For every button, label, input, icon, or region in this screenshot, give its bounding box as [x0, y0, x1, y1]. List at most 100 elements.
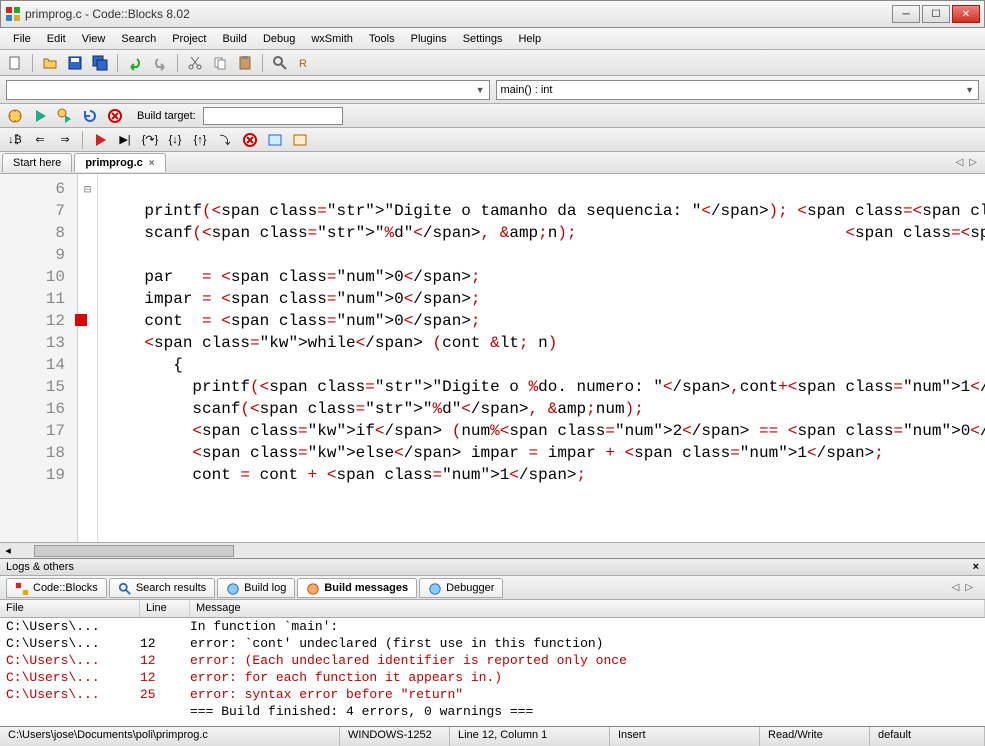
- log-columns: File Line Message: [0, 600, 985, 618]
- menu-build[interactable]: Build: [215, 31, 253, 47]
- find-icon[interactable]: [269, 52, 291, 74]
- code-area[interactable]: printf(<span class="str">"Digite o taman…: [98, 174, 985, 542]
- run-icon[interactable]: [29, 105, 51, 127]
- menu-plugins[interactable]: Plugins: [404, 31, 454, 47]
- menu-settings[interactable]: Settings: [456, 31, 510, 47]
- tab-icon: [428, 581, 442, 595]
- status-path: C:\Users\jose\Documents\poli\primprog.c: [0, 727, 340, 746]
- save-icon[interactable]: [64, 52, 86, 74]
- status-profile: default: [870, 727, 985, 746]
- close-logs-icon[interactable]: ×: [973, 561, 979, 573]
- col-message[interactable]: Message: [190, 600, 985, 617]
- tab-icon: [226, 581, 240, 595]
- new-file-icon[interactable]: [4, 52, 26, 74]
- menu-debug[interactable]: Debug: [256, 31, 302, 47]
- menu-tools[interactable]: Tools: [362, 31, 402, 47]
- menu-search[interactable]: Search: [114, 31, 163, 47]
- log-row[interactable]: === Build finished: 4 errors, 0 warnings…: [0, 703, 985, 720]
- tab-close-icon[interactable]: ×: [149, 158, 155, 169]
- status-rw: Read/Write: [760, 727, 870, 746]
- status-encoding: WINDOWS-1252: [340, 727, 450, 746]
- extra-toolbar: ↓₿ ⇐ ⇒ ▶| {↷} {↓} {↑} ⤵: [0, 128, 985, 152]
- function-combo[interactable]: main() : int▼: [496, 80, 980, 100]
- col-file[interactable]: File: [0, 600, 140, 617]
- stop-debug-icon[interactable]: [239, 129, 261, 151]
- replace-icon[interactable]: R: [294, 52, 316, 74]
- log-row[interactable]: C:\Users\...12error: `cont' undeclared (…: [0, 635, 985, 652]
- fold-column[interactable]: ⊟: [78, 174, 98, 542]
- col-line[interactable]: Line: [140, 600, 190, 617]
- build-run-icon[interactable]: [54, 105, 76, 127]
- scope-combo[interactable]: ▼: [6, 80, 490, 100]
- redo-icon[interactable]: [149, 52, 171, 74]
- editor-tabbar: Start hereprimprog.c× ◁ ▷: [0, 152, 985, 174]
- menu-wxsmith[interactable]: wxSmith: [304, 31, 360, 47]
- status-position: Line 12, Column 1: [450, 727, 610, 746]
- toggle-bookmark-icon[interactable]: ↓₿: [4, 129, 26, 151]
- debug-toolbar: Build target:: [0, 104, 985, 128]
- tab-next-icon[interactable]: ▷: [969, 157, 977, 168]
- log-tab[interactable]: Build log: [217, 578, 295, 598]
- debug-continue-icon[interactable]: [89, 129, 111, 151]
- maximize-button[interactable]: ☐: [922, 5, 950, 23]
- tab-prev-icon[interactable]: ◁: [956, 157, 964, 168]
- log-row[interactable]: C:\Users\...In function `main':: [0, 618, 985, 635]
- log-row[interactable]: C:\Users\...12error: for each function i…: [0, 669, 985, 686]
- menu-file[interactable]: File: [6, 31, 38, 47]
- status-mode: Insert: [610, 727, 760, 746]
- step-over-icon[interactable]: {↷}: [139, 129, 161, 151]
- menu-view[interactable]: View: [75, 31, 113, 47]
- editor-tab[interactable]: primprog.c×: [74, 153, 165, 172]
- cut-icon[interactable]: [184, 52, 206, 74]
- log-tab[interactable]: Search results: [109, 578, 215, 598]
- statusbar: C:\Users\jose\Documents\poli\primprog.c …: [0, 726, 985, 746]
- titlebar: primprog.c - Code::Blocks 8.02 ─ ☐ ✕: [0, 0, 985, 28]
- rebuild-icon[interactable]: [79, 105, 101, 127]
- build-target-combo[interactable]: [203, 107, 343, 125]
- logtab-next-icon[interactable]: ▷: [965, 582, 973, 593]
- menubar: FileEditViewSearchProjectBuildDebugwxSmi…: [0, 28, 985, 50]
- log-body[interactable]: C:\Users\...In function `main':C:\Users\…: [0, 618, 985, 726]
- tab-icon: [15, 581, 29, 595]
- log-tab[interactable]: Debugger: [419, 578, 503, 598]
- run-to-cursor-icon[interactable]: ▶|: [114, 129, 136, 151]
- debug-windows-icon[interactable]: [264, 129, 286, 151]
- chevron-down-icon: ▼: [476, 85, 485, 95]
- chevron-down-icon: ▼: [965, 85, 974, 95]
- abort-icon[interactable]: [104, 105, 126, 127]
- next-bookmark-icon[interactable]: ⇒: [54, 129, 76, 151]
- step-into-icon[interactable]: {↓}: [164, 129, 186, 151]
- logtab-prev-icon[interactable]: ◁: [952, 582, 960, 593]
- build-icon[interactable]: [4, 105, 26, 127]
- svg-text:R: R: [299, 58, 307, 70]
- step-out-icon[interactable]: {↑}: [189, 129, 211, 151]
- prev-bookmark-icon[interactable]: ⇐: [29, 129, 51, 151]
- undo-icon[interactable]: [124, 52, 146, 74]
- close-button[interactable]: ✕: [952, 5, 980, 23]
- info-icon[interactable]: [289, 129, 311, 151]
- h-scrollbar[interactable]: ◂: [0, 542, 985, 558]
- menu-help[interactable]: Help: [511, 31, 548, 47]
- build-target-label: Build target:: [137, 110, 196, 122]
- line-gutter[interactable]: 678910111213141516171819: [0, 174, 78, 542]
- log-tab[interactable]: Build messages: [297, 578, 417, 598]
- paste-icon[interactable]: [234, 52, 256, 74]
- editor-tab[interactable]: Start here: [2, 153, 72, 172]
- copy-icon[interactable]: [209, 52, 231, 74]
- app-icon: [5, 6, 21, 22]
- logs-header: Logs & others ×: [0, 558, 985, 576]
- code-editor[interactable]: 678910111213141516171819 ⊟ printf(<span …: [0, 174, 985, 542]
- open-icon[interactable]: [39, 52, 61, 74]
- log-row[interactable]: C:\Users\...12error: (Each undeclared id…: [0, 652, 985, 669]
- save-all-icon[interactable]: [89, 52, 111, 74]
- log-tabbar: Code::BlocksSearch resultsBuild logBuild…: [0, 576, 985, 600]
- symbol-bar: ▼ main() : int▼: [0, 76, 985, 104]
- menu-project[interactable]: Project: [165, 31, 213, 47]
- tab-icon: [306, 581, 320, 595]
- menu-edit[interactable]: Edit: [40, 31, 73, 47]
- minimize-button[interactable]: ─: [892, 5, 920, 23]
- log-row[interactable]: C:\Users\...25error: syntax error before…: [0, 686, 985, 703]
- log-tab[interactable]: Code::Blocks: [6, 578, 107, 598]
- tab-icon: [118, 581, 132, 595]
- step-instr-icon[interactable]: ⤵: [214, 129, 236, 151]
